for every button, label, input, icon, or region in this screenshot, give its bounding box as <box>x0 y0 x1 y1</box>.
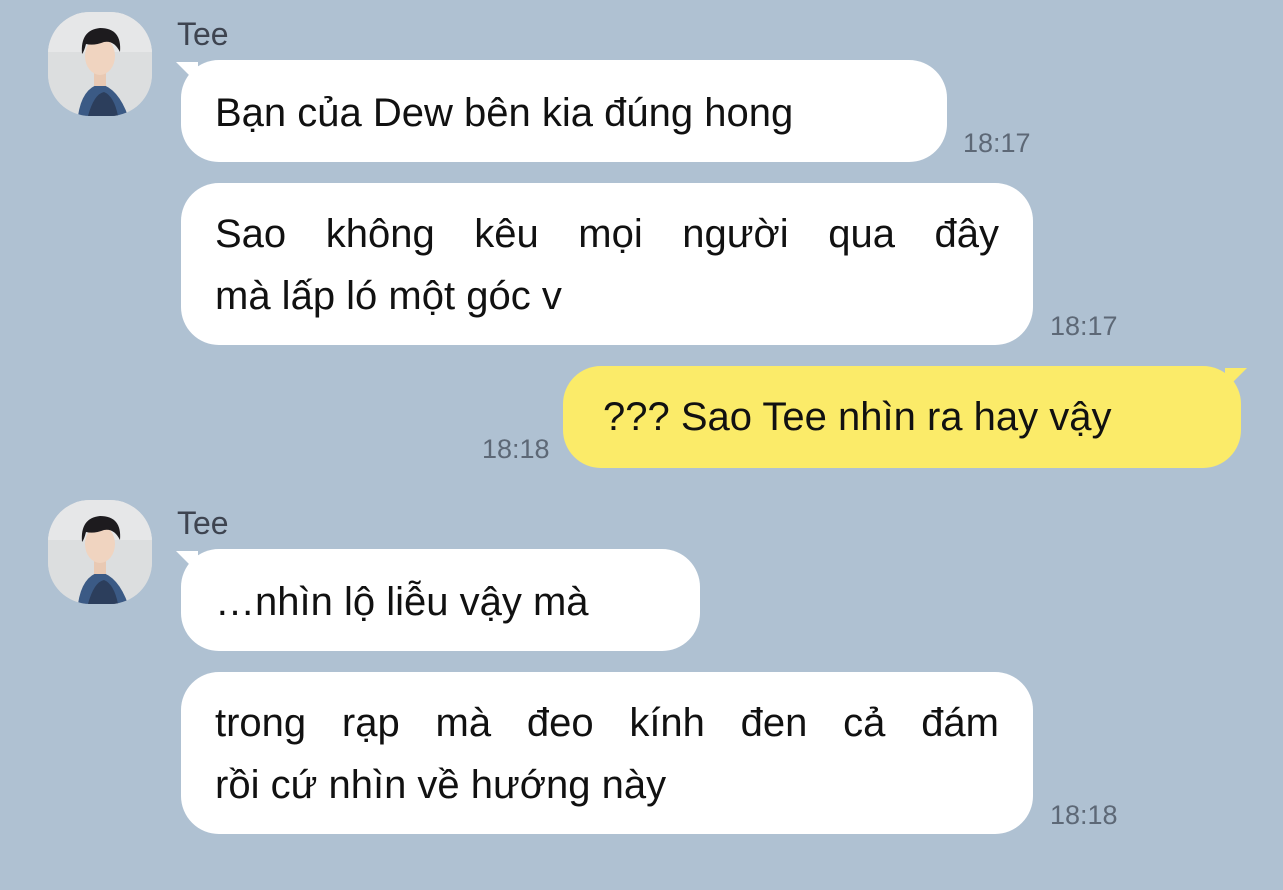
bubble-tail-outgoing <box>1225 368 1247 390</box>
message-text-line-1: Sao không kêu mọi người qua đây <box>215 212 999 256</box>
sender-name: Tee <box>177 505 229 541</box>
message-text-line-2: mà lấp ló một góc v <box>215 274 562 318</box>
sender-avatar[interactable] <box>48 500 152 604</box>
message-text-line-2: rồi cứ nhìn về hướng này <box>215 763 667 807</box>
message-text: Bạn của Dew bên kia đúng hong <box>215 91 794 135</box>
message-timestamp: 18:18 <box>482 434 550 464</box>
sender-name: Tee <box>177 16 229 52</box>
avatar-photo-icon <box>48 12 152 116</box>
message-bubble[interactable]: Sao không kêu mọi người qua đây mà lấp l… <box>181 183 1033 345</box>
avatar-photo-icon <box>48 500 152 604</box>
message-text: …nhìn lộ liễu vậy mà <box>215 580 589 624</box>
message-text-line-1: trong rạp mà đeo kính đen cả đám <box>215 701 999 745</box>
message-text: ??? Sao Tee nhìn ra hay vậy <box>603 395 1112 439</box>
message-bubble-outgoing[interactable]: ??? Sao Tee nhìn ra hay vậy <box>563 366 1241 468</box>
message-bubble[interactable]: trong rạp mà đeo kính đen cả đám rồi cứ … <box>181 672 1033 834</box>
sender-avatar[interactable] <box>48 12 152 116</box>
message-timestamp: 18:17 <box>963 128 1031 158</box>
message-timestamp: 18:17 <box>1050 311 1118 341</box>
message-bubble[interactable]: Bạn của Dew bên kia đúng hong <box>181 60 947 162</box>
message-timestamp: 18:18 <box>1050 800 1118 830</box>
message-bubble[interactable]: …nhìn lộ liễu vậy mà <box>181 549 700 651</box>
